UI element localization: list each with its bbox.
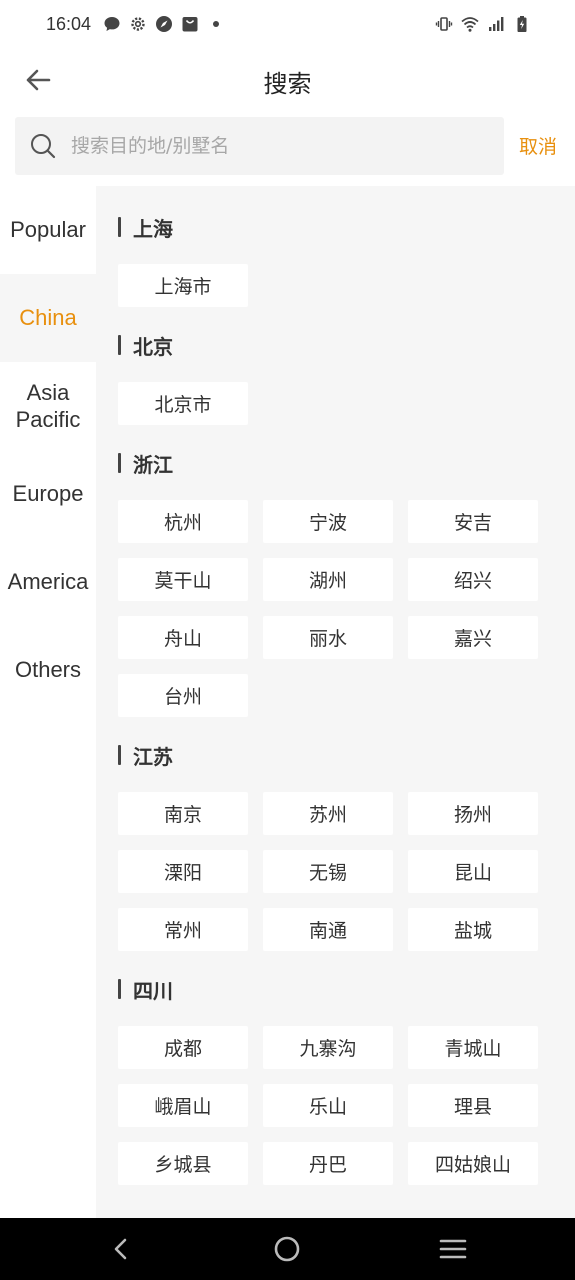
- section-title-text: 上海: [133, 216, 173, 241]
- city-chip[interactable]: 乐山: [263, 1084, 393, 1127]
- section-title-bar: [118, 453, 121, 473]
- city-chip[interactable]: 昆山: [408, 850, 538, 893]
- city-chip[interactable]: 九寨沟: [263, 1026, 393, 1069]
- city-chip[interactable]: 溧阳: [118, 850, 248, 893]
- section-title: 江苏: [118, 735, 575, 775]
- search-input[interactable]: [71, 135, 471, 157]
- section-title: 北京: [118, 325, 575, 365]
- city-grid: 成都 九寨沟 青城山峨眉山 乐山 理县乡城县 丹巴 四姑娘山: [118, 1009, 575, 1203]
- section-title-text: 四川: [133, 978, 173, 1003]
- city-chip[interactable]: 宁波: [263, 500, 393, 543]
- sections-container: 上海上海市北京北京市浙江杭州 宁波 安吉莫干山 湖州 绍兴舟山 丽水 嘉兴台州江苏南京 苏州扬…: [96, 207, 575, 1203]
- header: 搜索: [0, 50, 575, 110]
- city-grid: 北京市: [118, 365, 575, 443]
- shopping-bag-icon: [182, 17, 198, 32]
- city-chip[interactable]: 杭州: [118, 500, 248, 543]
- city-chip[interactable]: 无锡: [263, 850, 393, 893]
- section-title-bar: [118, 217, 121, 237]
- city-chip[interactable]: 南通: [263, 908, 393, 951]
- city-chip[interactable]: 绍兴: [408, 558, 538, 601]
- sidebar-item-america[interactable]: America: [0, 538, 96, 626]
- battery-charging-icon: [517, 16, 527, 32]
- nav-back-button[interactable]: [106, 1234, 136, 1264]
- region-section: 北京北京市: [96, 325, 575, 443]
- city-chip[interactable]: 湖州: [263, 558, 393, 601]
- sidebar-item-europe[interactable]: Europe: [0, 450, 96, 538]
- vibrate-icon: [435, 17, 453, 31]
- wifi-icon: [461, 17, 479, 32]
- city-chip[interactable]: 盐城: [408, 908, 538, 951]
- settings-notification-icon: [131, 17, 145, 31]
- section-title: 四川: [118, 969, 575, 1009]
- section-title-text: 江苏: [133, 744, 173, 769]
- chat-notification-icon: [104, 17, 120, 31]
- region-section: 四川成都 九寨沟 青城山峨眉山 乐山 理县乡城县 丹巴 四姑娘山: [96, 969, 575, 1203]
- city-chip[interactable]: 成都: [118, 1026, 248, 1069]
- city-chip[interactable]: 常州: [118, 908, 248, 951]
- section-title-bar: [118, 335, 121, 355]
- nav-home-button[interactable]: [272, 1234, 302, 1264]
- city-chip[interactable]: 北京市: [118, 382, 248, 425]
- city-chip[interactable]: 上海市: [118, 264, 248, 307]
- city-chip[interactable]: 莫干山: [118, 558, 248, 601]
- city-chip[interactable]: 嘉兴: [408, 616, 538, 659]
- search-box[interactable]: [15, 117, 504, 175]
- cancel-button[interactable]: 取消: [519, 132, 557, 159]
- section-title-bar: [118, 979, 121, 999]
- section-title: 上海: [118, 207, 575, 247]
- city-chip[interactable]: 南京: [118, 792, 248, 835]
- city-grid: 杭州 宁波 安吉莫干山 湖州 绍兴舟山 丽水 嘉兴台州: [118, 483, 575, 735]
- sidebar-item-china[interactable]: China: [0, 274, 96, 362]
- compass-notification-icon: [156, 16, 173, 32]
- region-section: 江苏南京 苏州 扬州溧阳 无锡 昆山常州 南通 盐城: [96, 735, 575, 969]
- city-chip[interactable]: 理县: [408, 1084, 538, 1127]
- city-chip[interactable]: 台州: [118, 674, 248, 717]
- sidebar-item-others[interactable]: Others: [0, 626, 96, 714]
- region-section: 上海上海市: [96, 207, 575, 325]
- status-right: [435, 15, 531, 33]
- signal-icon: [489, 17, 504, 31]
- menu-lines-icon: [439, 1239, 467, 1259]
- section-title-text: 北京: [133, 334, 173, 359]
- city-chip[interactable]: 四姑娘山: [408, 1142, 538, 1185]
- sidebar-item-popular[interactable]: Popular: [0, 186, 96, 274]
- home-circle-icon: [274, 1236, 300, 1262]
- nav-recents-button[interactable]: [438, 1234, 468, 1264]
- chevron-left-icon: [114, 1238, 127, 1260]
- destination-list: 上海上海市北京北京市浙江杭州 宁波 安吉莫干山 湖州 绍兴舟山 丽水 嘉兴台州江苏南京 苏州扬…: [96, 186, 575, 1218]
- city-chip[interactable]: 乡城县: [118, 1142, 248, 1185]
- system-nav-bar: [0, 1218, 575, 1280]
- city-chip[interactable]: 丽水: [263, 616, 393, 659]
- region-section: 浙江杭州 宁波 安吉莫干山 湖州 绍兴舟山 丽水 嘉兴台州: [96, 443, 575, 735]
- status-time: 16:04: [46, 13, 92, 34]
- section-title-bar: [118, 745, 121, 765]
- status-bar: 16:04: [0, 0, 575, 48]
- city-chip[interactable]: 扬州: [408, 792, 538, 835]
- section-title: 浙江: [118, 443, 575, 483]
- city-chip[interactable]: 峨眉山: [118, 1084, 248, 1127]
- page-title: 搜索: [263, 70, 312, 98]
- city-chip[interactable]: 苏州: [263, 792, 393, 835]
- city-chip[interactable]: 丹巴: [263, 1142, 393, 1185]
- city-grid: 南京 苏州 扬州溧阳 无锡 昆山常州 南通 盐城: [118, 775, 575, 969]
- city-chip[interactable]: 安吉: [408, 500, 538, 543]
- city-chip[interactable]: 舟山: [118, 616, 248, 659]
- search-icon: [31, 134, 56, 159]
- city-chip[interactable]: 青城山: [408, 1026, 538, 1069]
- sidebar-item-asia-pacific[interactable]: Asia Pacific: [0, 362, 96, 450]
- status-left: 16:04: [46, 14, 225, 35]
- section-title-text: 浙江: [133, 452, 173, 477]
- region-sidebar: Popular China Asia Pacific Europe Americ…: [0, 186, 96, 1218]
- more-notifications-dot-icon: [213, 21, 220, 27]
- city-grid: 上海市: [118, 247, 575, 325]
